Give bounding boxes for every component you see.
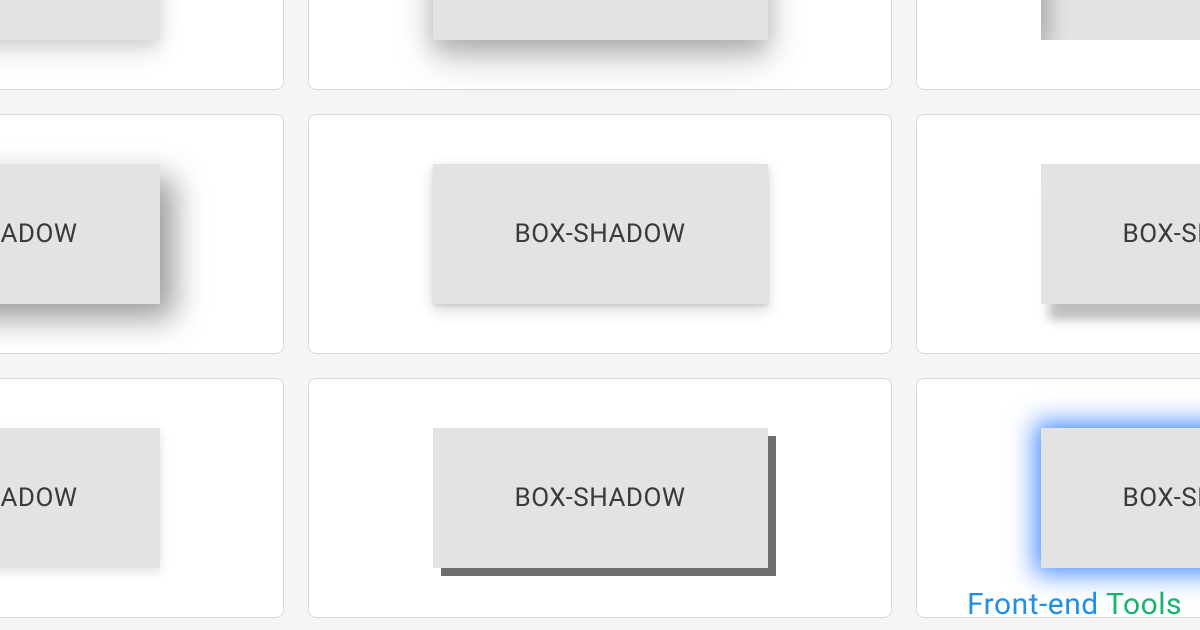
swatch-label: BOX-SHADOW [1123, 219, 1200, 249]
shadow-swatch: BOX-SHADOW [0, 0, 160, 40]
shadow-swatch: BOX-SHADOW [433, 164, 768, 304]
shadow-swatch: BOX-SHADOW [1041, 428, 1200, 568]
shadow-card[interactable]: BOX-SHADOW [0, 0, 284, 90]
swatch-label: BOX-SHADOW [515, 483, 686, 513]
shadow-card[interactable]: BOX-SHADOW [308, 378, 892, 618]
shadow-swatch: BOX-SHADOW [433, 428, 768, 568]
swatch-label: BOX-SHADOW [0, 483, 77, 513]
shadow-card[interactable]: BOX-SHADOW [0, 378, 284, 618]
shadow-swatch: BOX-SHADOW [1041, 0, 1200, 40]
shadow-card[interactable]: BOX-SHADOW [308, 114, 892, 354]
shadow-card[interactable]: BOX-SHADOW [916, 114, 1200, 354]
swatch-label: BOX-SHADOW [515, 219, 686, 249]
swatch-label: BOX-SHADOW [1123, 483, 1200, 513]
shadow-card[interactable]: BOX-SHADOW [916, 0, 1200, 90]
shadow-card[interactable]: BOX-SHADOW [308, 0, 892, 90]
shadow-swatch: BOX-SHADOW [0, 164, 160, 304]
shadow-gallery-grid: BOX-SHADOW BOX-SHADOW BOX-SHADOW BOX-SHA… [0, 0, 1200, 618]
shadow-swatch: BOX-SHADOW [0, 428, 160, 568]
swatch-label: BOX-SHADOW [0, 219, 77, 249]
shadow-card[interactable]: BOX-SHADOW [0, 114, 284, 354]
shadow-card[interactable]: BOX-SHADOW [916, 378, 1200, 618]
shadow-swatch: BOX-SHADOW [433, 0, 768, 40]
shadow-swatch: BOX-SHADOW [1041, 164, 1200, 304]
